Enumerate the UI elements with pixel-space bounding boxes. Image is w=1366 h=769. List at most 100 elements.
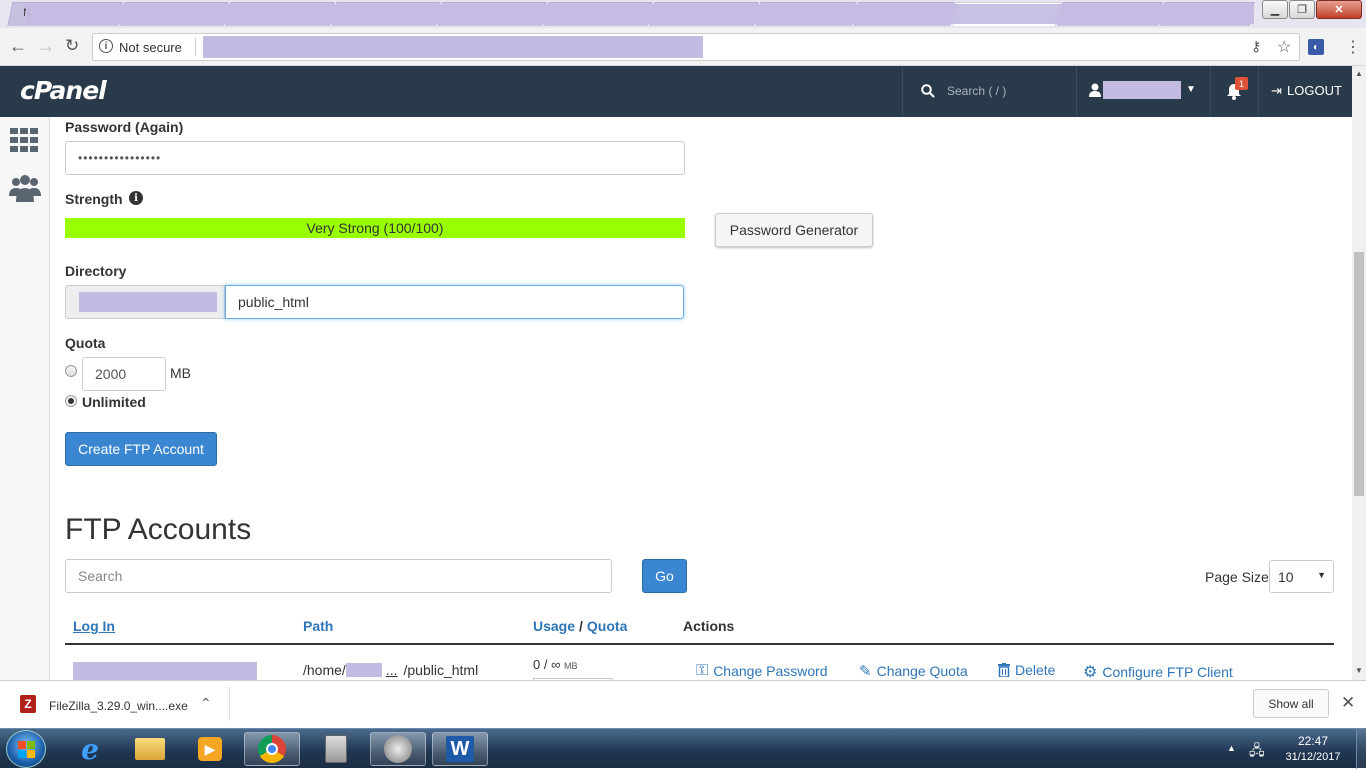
redacted-login [73, 662, 257, 680]
tray-expand-icon[interactable]: ▲ [1227, 743, 1236, 753]
change-password-link[interactable]: ⚿ Change Password [696, 662, 828, 680]
create-ftp-account-button[interactable]: Create FTP Account [65, 432, 217, 466]
browser-tab-strip: N ▁ ❐ ✕ [0, 0, 1366, 28]
key-icon[interactable]: ⚷ [1251, 38, 1261, 55]
taskbar-media-player-icon[interactable]: ▶ [182, 732, 238, 766]
col-quota[interactable]: Quota [587, 618, 627, 634]
password-again-field[interactable]: •••••••••••••••• [65, 141, 685, 175]
delete-link[interactable]: Delete [998, 662, 1055, 678]
grid-apps-icon[interactable] [10, 128, 39, 152]
quota-input[interactable]: 2000 [82, 357, 166, 391]
col-actions: Actions [683, 618, 735, 634]
quota-unlimited-radio[interactable] [65, 395, 77, 407]
ftp-accounts-heading: FTP Accounts [65, 513, 252, 546]
main-content: Password (Again) •••••••••••••••• Streng… [51, 117, 1352, 680]
close-downloads-icon[interactable]: ✕ [1341, 693, 1355, 713]
header-divider [1258, 66, 1259, 117]
configure-ftp-client-link[interactable]: ⚙ Configure FTP Client [1083, 662, 1233, 680]
extension-icon[interactable]: ◐ [1308, 39, 1324, 55]
windows-logo-part [27, 750, 35, 758]
col-usage[interactable]: Usage [533, 618, 575, 634]
accounts-search-input[interactable]: Search [65, 559, 612, 593]
page-size-select[interactable]: 10 ▼ [1269, 560, 1334, 593]
taskbar-speaker-app-icon[interactable] [370, 732, 426, 766]
directory-label: Directory [65, 263, 127, 279]
logout-icon[interactable]: ⇥ [1271, 83, 1282, 99]
downloads-bar: Z FileZilla_3.29.0_win....exe ⌃ Show all… [0, 680, 1366, 728]
strength-meter: Very Strong (100/100) [65, 218, 685, 238]
taskbar-ie-icon[interactable]: e [62, 732, 118, 766]
usage-unit: MB [563, 661, 578, 671]
bookmark-star-icon[interactable]: ☆ [1277, 37, 1291, 57]
change-quota-label: Change Quota [876, 663, 968, 679]
back-icon[interactable]: ← [9, 37, 27, 55]
directory-input[interactable]: public_html [225, 285, 684, 319]
redacted-url [203, 36, 703, 58]
taskbar-chrome-icon[interactable] [244, 732, 300, 766]
minimize-button[interactable]: ▁ [1262, 0, 1288, 19]
redacted-tabs [26, 4, 1254, 24]
tray-network-icon[interactable]: 🖧 [1249, 740, 1265, 764]
header-search-input[interactable]: Search ( / ) [947, 84, 1006, 98]
usage-text: 0 / ∞ [533, 657, 561, 672]
password-again-label: Password (Again) [65, 119, 184, 135]
show-desktop-button[interactable] [1356, 729, 1366, 769]
path-ellipsis[interactable]: ... [386, 662, 398, 678]
configure-label: Configure FTP Client [1102, 664, 1233, 680]
windows-logo-part [18, 750, 26, 758]
chevron-up-icon[interactable]: ⌃ [200, 695, 212, 712]
logout-link[interactable]: LOGOUT [1287, 83, 1342, 98]
path-prefix: /home/ [303, 662, 346, 678]
search-icon [921, 84, 935, 98]
col-login[interactable]: Log In [73, 618, 115, 634]
scrollbar-thumb[interactable] [1354, 252, 1364, 496]
windows-logo-part [27, 741, 35, 749]
filezilla-icon: Z [20, 695, 36, 713]
maximize-button[interactable]: ❐ [1289, 0, 1315, 19]
key-icon: ⚿ [696, 662, 709, 679]
taskbar-explorer-icon[interactable] [122, 732, 178, 766]
delete-label: Delete [1015, 662, 1056, 678]
sidebar [0, 117, 50, 680]
security-label: Not secure [119, 40, 182, 55]
header-divider [1076, 66, 1077, 117]
scroll-up-icon[interactable]: ▲ [1355, 69, 1363, 78]
chevron-down-icon[interactable]: ▼ [1186, 84, 1196, 95]
taskbar-calculator-icon[interactable] [308, 732, 364, 766]
quota-label: Quota [65, 335, 106, 351]
download-divider [229, 687, 230, 721]
start-button[interactable] [6, 730, 46, 768]
forward-icon[interactable]: → [37, 37, 55, 55]
gear-icon: ⚙ [1083, 664, 1098, 680]
omnibox[interactable]: i Not secure ⚷ ☆ [92, 33, 1300, 61]
quota-limited-radio[interactable] [65, 365, 77, 377]
taskbar-word-icon[interactable]: W [432, 732, 488, 766]
change-password-label: Change Password [713, 663, 828, 679]
users-icon[interactable] [9, 174, 41, 204]
show-all-button[interactable]: Show all [1253, 689, 1329, 718]
close-window-button[interactable]: ✕ [1316, 0, 1362, 19]
menu-dots-icon[interactable]: ⋮ [1345, 37, 1361, 57]
scroll-down-icon[interactable]: ▼ [1355, 666, 1363, 675]
download-filename[interactable]: FileZilla_3.29.0_win....exe [49, 699, 188, 713]
info-icon[interactable]: i [129, 191, 143, 205]
col-path[interactable]: Path [303, 618, 333, 634]
reload-icon[interactable]: ↻ [65, 37, 79, 55]
info-icon[interactable]: i [99, 39, 113, 53]
page-scrollbar[interactable]: ▲ ▼ [1352, 66, 1366, 680]
redacted-user [345, 663, 382, 677]
notification-badge: 1 [1235, 77, 1248, 90]
col-usage-quota: Usage / Quota [533, 618, 627, 634]
page-size-label: Page Size [1205, 569, 1269, 585]
header-divider [902, 66, 903, 117]
go-button[interactable]: Go [642, 559, 687, 593]
cpanel-logo[interactable]: cPanel [20, 76, 107, 105]
clock-time[interactable]: 22:47 [1283, 734, 1343, 748]
password-generator-button[interactable]: Password Generator [715, 213, 873, 247]
redacted-username [1103, 81, 1181, 99]
col-slash: / [579, 618, 583, 634]
clock-date[interactable]: 31/12/2017 [1278, 751, 1348, 763]
pencil-icon: ✎ [859, 663, 872, 680]
change-quota-link[interactable]: ✎ Change Quota [859, 662, 968, 680]
directory-prefix [65, 285, 225, 319]
